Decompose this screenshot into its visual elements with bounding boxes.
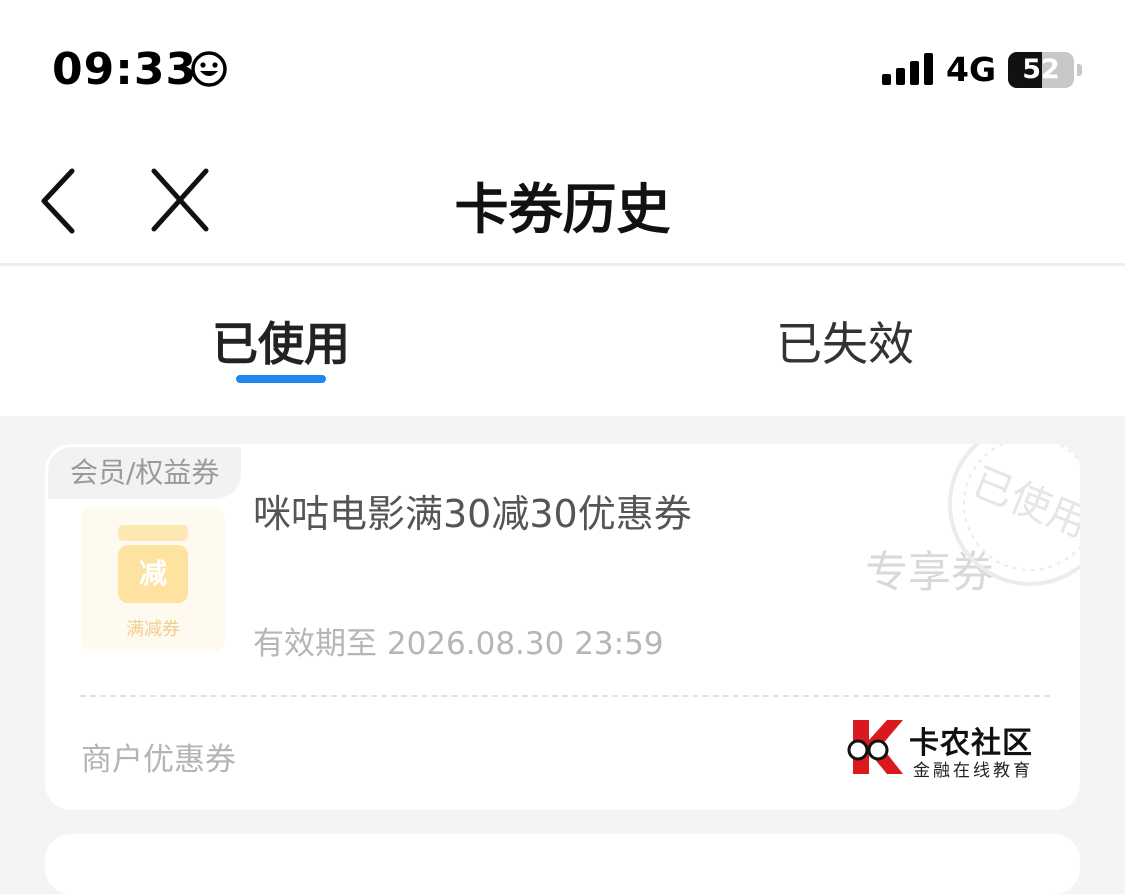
used-stamp-text: 已使用 [966, 459, 1080, 547]
tab-used[interactable]: 已使用 [131, 308, 431, 374]
coupon-category-tag: 会员/权益券 [48, 447, 242, 499]
coupon-title: 咪咕电影满30减30优惠券 [253, 492, 692, 536]
battery-icon: 52 [1008, 52, 1084, 88]
battery-level: 52 [1022, 54, 1060, 85]
coupon-expiry: 有效期至 2026.08.30 23:59 [253, 626, 664, 662]
status-time: 09:33 [52, 44, 198, 95]
coupon-thumbnail: 减 满减券 [81, 507, 225, 651]
tab-bar: 已使用 已失效 [0, 266, 1125, 416]
coupon-card[interactable]: 会员/权益券 减 满减券 咪咕电影满30减30优惠券 有效期至 2026.08.… [45, 444, 1080, 810]
tab-active-indicator [236, 375, 326, 383]
merchant-coupon-label: 商户优惠券 [81, 742, 236, 778]
coupon-thumbnail-label: 满减券 [126, 619, 180, 640]
network-type: 4G [946, 50, 997, 89]
tab-expired[interactable]: 已失效 [695, 308, 995, 374]
status-bar: 09:33 4G 52 [0, 0, 1125, 135]
nav-bar: 卡券历史 [0, 135, 1125, 263]
watermark-tagline: 金融在线教育 [913, 761, 1033, 781]
coupon-card-partial[interactable] [45, 834, 1080, 894]
jar-lid [118, 525, 188, 541]
watermark-logo: 卡农社区 金融在线教育 [845, 716, 1045, 781]
card-divider [80, 695, 1050, 697]
used-stamp-icon: 已使用 [948, 444, 1080, 586]
kanong-logo-icon [847, 720, 903, 774]
discount-jar-icon: 减 [118, 545, 188, 603]
page-title: 卡券历史 [454, 178, 671, 241]
smiley-icon [191, 51, 227, 87]
signal-bars-icon [882, 53, 933, 85]
